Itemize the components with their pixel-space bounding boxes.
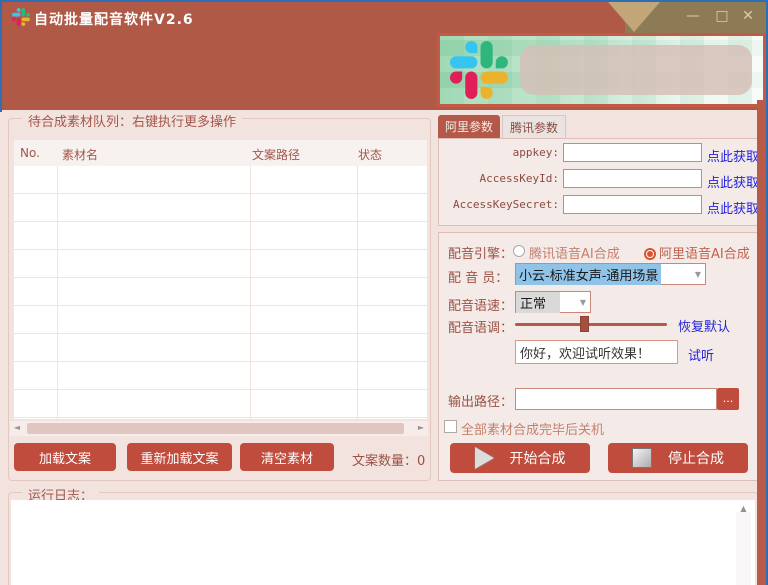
column-script-path[interactable]: 文案路径 — [252, 146, 300, 163]
horizontal-scrollbar-thumb[interactable] — [27, 423, 404, 434]
log-vertical-scrollbar[interactable] — [736, 512, 751, 585]
appkey-input[interactable] — [563, 143, 702, 162]
tencent-engine-option[interactable]: 腾讯语音AI合成 — [529, 243, 620, 262]
promo-banner — [437, 33, 766, 107]
column-divider — [57, 166, 58, 419]
banner-redacted-text — [520, 45, 752, 95]
appkey-get-link[interactable]: 点此获取 — [707, 146, 759, 165]
script-count: 文案数量：0 — [352, 450, 425, 469]
reset-default-link[interactable]: 恢复默认 — [678, 316, 730, 335]
app-logo-icon — [12, 8, 30, 26]
output-path-label: 输出路径： — [448, 391, 513, 410]
ali-engine-option[interactable]: 阿里语音AI合成 — [659, 243, 750, 262]
column-no[interactable]: No. — [20, 146, 40, 160]
reload-script-button[interactable]: 重新加载文案 — [127, 443, 232, 471]
script-count-value: 0 — [417, 454, 425, 469]
scroll-right-icon[interactable]: ► — [414, 421, 428, 436]
column-divider — [250, 166, 251, 419]
speed-label: 配音语速： — [448, 295, 513, 314]
pitch-slider[interactable] — [515, 323, 667, 326]
browse-button[interactable]: ... — [717, 388, 739, 410]
accesskeysecret-label: AccessKeySecret: — [444, 198, 559, 211]
stop-button-label: 停止合成 — [668, 448, 724, 468]
banner-background — [440, 36, 763, 104]
queue-groupbox-legend: 待合成素材队列：右键执行更多操作 — [22, 111, 242, 130]
audition-link[interactable]: 试听 — [688, 345, 714, 364]
appkey-label: appkey: — [444, 146, 559, 159]
clear-materials-button[interactable]: 清空素材 — [240, 443, 334, 471]
close-button[interactable]: ✕ — [738, 8, 758, 24]
corner-ribbon — [608, 2, 660, 32]
speed-selected-value: 正常 — [516, 292, 560, 313]
load-script-button[interactable]: 加载文案 — [14, 443, 116, 471]
pitch-label: 配音语调： — [448, 317, 513, 336]
voice-selected-value: 小云-标准女声-通用场景 — [516, 264, 661, 285]
stop-icon — [632, 448, 652, 468]
chevron-down-icon: ▼ — [580, 298, 590, 307]
play-icon — [475, 447, 494, 469]
minimize-button[interactable]: — — [683, 8, 703, 24]
accesskeysecret-input[interactable] — [563, 195, 702, 214]
maximize-button[interactable]: □ — [712, 8, 732, 24]
stop-synthesis-button[interactable]: 停止合成 — [608, 443, 748, 473]
accesskeyid-label: AccessKeyId: — [444, 172, 559, 185]
column-divider — [357, 166, 358, 419]
window-title: 自动批量配音软件V2.6 — [34, 9, 194, 29]
script-count-label: 文案数量： — [352, 454, 417, 469]
ali-engine-radio[interactable] — [644, 248, 656, 260]
column-status[interactable]: 状态 — [358, 146, 382, 163]
tab-tencent-params[interactable]: 腾讯参数 — [502, 115, 566, 138]
output-path-input[interactable] — [515, 388, 717, 410]
accesskeyid-input[interactable] — [563, 169, 702, 188]
window-frame-top — [0, 0, 768, 2]
app-window: 自动批量配音软件V2.6 — □ ✕ 待合成素材队列：右键执行更多操作 No. … — [0, 0, 768, 585]
engine-label: 配音引擎： — [448, 243, 513, 262]
accesskeysecret-get-link[interactable]: 点此获取 — [707, 198, 759, 217]
start-synthesis-button[interactable]: 开始合成 — [450, 443, 590, 473]
column-material-name[interactable]: 素材名 — [62, 146, 98, 163]
chevron-down-icon: ▼ — [695, 270, 705, 279]
tencent-engine-radio[interactable] — [513, 245, 525, 257]
table-body[interactable] — [14, 166, 427, 419]
shutdown-checkbox-label[interactable]: 全部素材合成完毕后关机 — [461, 419, 604, 438]
accesskeyid-get-link[interactable]: 点此获取 — [707, 172, 759, 191]
window-frame-right — [757, 100, 766, 585]
pitch-slider-handle[interactable] — [580, 316, 589, 332]
start-button-label: 开始合成 — [510, 448, 566, 468]
scroll-up-icon[interactable]: ▲ — [736, 502, 751, 514]
tab-ali-params[interactable]: 阿里参数 — [438, 115, 500, 138]
shutdown-checkbox[interactable] — [444, 420, 457, 433]
speed-dropdown[interactable]: 正常 ▼ — [515, 291, 591, 313]
voice-dropdown[interactable]: 小云-标准女声-通用场景 ▼ — [515, 263, 706, 285]
scroll-left-icon[interactable]: ◄ — [10, 421, 24, 436]
voice-label: 配 音 员： — [448, 267, 508, 286]
log-textarea[interactable] — [11, 500, 755, 585]
window-frame-left — [0, 0, 2, 112]
banner-slack-icon — [450, 41, 508, 99]
preview-text-input[interactable] — [515, 340, 678, 364]
